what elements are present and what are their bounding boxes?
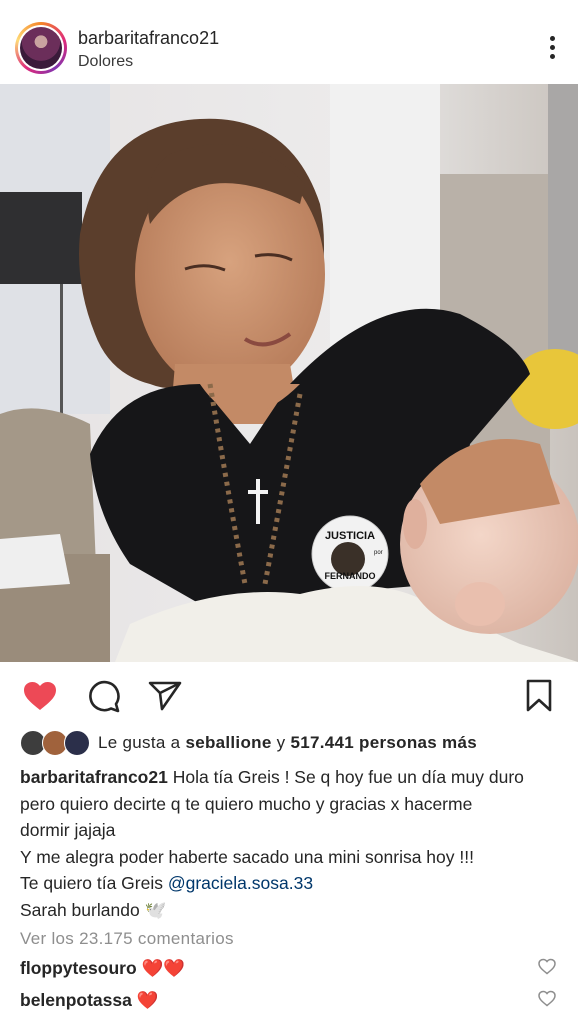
comment-bubble-icon[interactable] (86, 680, 120, 714)
caption-line: Sarah burlando 🕊️ (20, 899, 167, 920)
photo-illustration: JUSTICIA por FERNANDO (0, 84, 578, 662)
likes-row[interactable]: Le gusta a seballione y 517.441 personas… (20, 729, 477, 757)
comment-text: ❤️❤️ (141, 958, 186, 978)
comment-username-link[interactable]: floppytesouro (20, 958, 137, 978)
badge-text-por: por (374, 550, 383, 556)
caption-line: Te quiero tía Greis (20, 873, 163, 893)
comment-like-heart-icon[interactable] (538, 990, 556, 1007)
comment-text: ❤️ (136, 990, 159, 1010)
likes-text: Le gusta a seballione y 517.441 personas… (98, 733, 477, 753)
likes-join: y (276, 733, 286, 752)
comment-username-link[interactable]: belenpotassa (20, 990, 132, 1010)
comment-like-heart-icon[interactable] (538, 958, 556, 975)
likes-user-link[interactable]: seballione (185, 733, 271, 752)
caption-line: dormir jajaja (20, 820, 116, 840)
likes-prefix: Le gusta a (98, 733, 181, 752)
more-vertical-icon[interactable] (548, 36, 556, 60)
bookmark-icon[interactable] (525, 679, 553, 713)
paper-plane-icon[interactable] (148, 680, 182, 712)
action-bar (0, 674, 578, 716)
caption-username-link[interactable]: barbaritafranco21 (20, 767, 168, 787)
view-comments-link[interactable]: Ver los 23.175 comentarios (20, 929, 234, 949)
badge-text-bottom: FERNANDO (325, 571, 376, 581)
liker-avatars (20, 730, 92, 756)
post-photo[interactable]: JUSTICIA por FERNANDO (0, 84, 578, 662)
heart-filled-icon[interactable] (22, 680, 58, 712)
post-caption: barbaritafranco21 Hola tía Greis ! Se q … (20, 764, 560, 923)
liker-avatar (64, 730, 90, 756)
caption-line: Y me alegra poder haberte sacado una min… (20, 846, 474, 867)
caption-line: pero quiero decirte q te quiero mucho y … (20, 793, 473, 814)
user-block: barbaritafranco21 Dolores (78, 27, 219, 72)
mention-link[interactable]: @graciela.sosa.33 (168, 873, 313, 893)
badge-text-top: JUSTICIA (325, 530, 375, 542)
caption-line: Hola tía Greis ! Se q hoy fue un día muy… (172, 767, 524, 787)
comment-row: floppytesouro ❤️❤️ (20, 958, 185, 979)
avatar-image (20, 27, 62, 69)
location-link[interactable]: Dolores (78, 52, 219, 72)
username-link[interactable]: barbaritafranco21 (78, 27, 219, 49)
profile-avatar[interactable] (15, 22, 67, 74)
comment-row: belenpotassa ❤️ (20, 990, 159, 1011)
likes-count-link[interactable]: 517.441 personas más (290, 733, 477, 752)
post-header: barbaritafranco21 Dolores (0, 0, 578, 84)
